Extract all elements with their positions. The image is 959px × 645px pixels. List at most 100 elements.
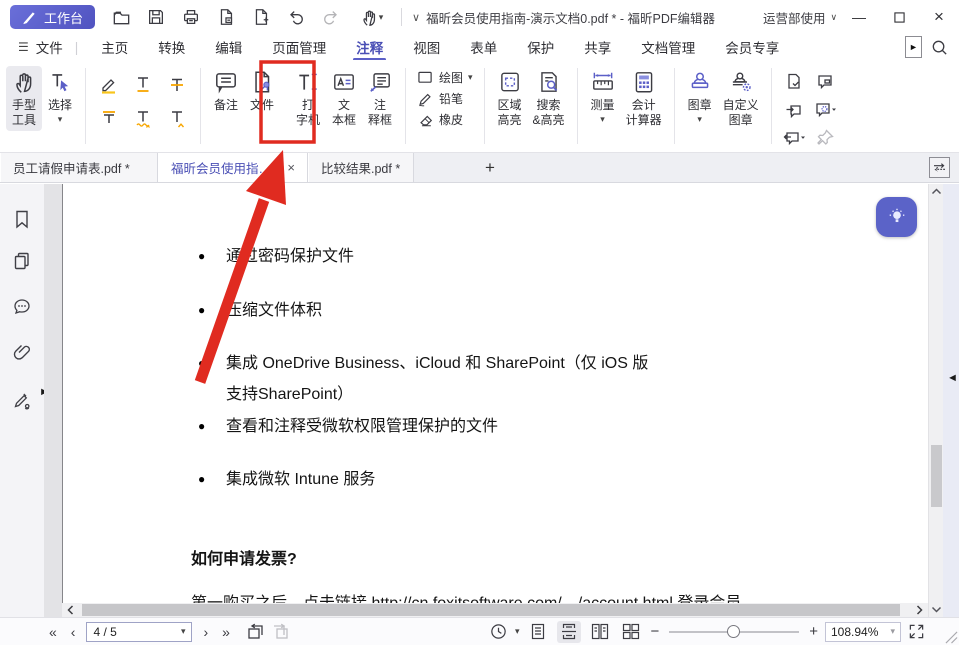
menu-form[interactable]: 表单	[455, 34, 512, 60]
menu-file[interactable]: ☰ 文件	[14, 37, 67, 57]
new-tab-button[interactable]: +	[471, 153, 509, 182]
minimize-button[interactable]: —	[839, 0, 879, 34]
menu-share[interactable]: 共享	[569, 34, 626, 60]
next-page-button[interactable]: ›	[196, 624, 215, 640]
account-menu[interactable]: 运营部使用 ∨	[763, 8, 837, 27]
measure-button[interactable]: 测量 ▾	[585, 66, 621, 128]
callout-button[interactable]: 注 释框	[362, 66, 398, 131]
hand-pointer-icon[interactable]: ▾	[354, 5, 388, 29]
stamp-button[interactable]: 图章 ▾	[682, 66, 718, 128]
menu-comment[interactable]: 注释	[341, 34, 398, 60]
pages-panel-icon[interactable]	[11, 250, 33, 272]
eraser-button[interactable]: 橡皮	[413, 110, 477, 129]
pencil-button[interactable]: 铅笔	[413, 89, 477, 108]
menu-convert[interactable]: 转换	[143, 34, 200, 60]
tab-close-icon[interactable]: ×	[287, 160, 295, 175]
scroll-down-icon[interactable]	[931, 605, 942, 614]
fullscreen-icon[interactable]	[908, 623, 925, 640]
tab-leave-request[interactable]: 员工请假申请表.pdf *	[0, 153, 158, 182]
comments-panel-icon[interactable]	[11, 296, 33, 318]
insert-text-icon[interactable]	[161, 102, 193, 134]
continuous-view-icon[interactable]	[557, 621, 581, 643]
first-page-button[interactable]: «	[42, 624, 64, 640]
import-comments-icon[interactable]	[779, 96, 809, 123]
tips-lightbulb-button[interactable]	[876, 197, 917, 237]
new-document-icon[interactable]	[249, 5, 273, 29]
undo-icon[interactable]	[284, 5, 308, 29]
replace-text-icon[interactable]	[93, 102, 125, 134]
select-tool-button[interactable]: 选择 ▾	[42, 66, 78, 128]
single-page-view-icon[interactable]	[526, 621, 550, 643]
comment-toolbar: 手型 工具 选择 ▾	[0, 60, 959, 153]
scroll-left-icon[interactable]	[66, 604, 75, 616]
scroll-up-icon[interactable]	[931, 187, 942, 196]
zoom-out-button[interactable]: −	[650, 623, 659, 640]
area-highlight-button[interactable]: 区域 高亮	[492, 66, 528, 131]
ribbon-expand-button[interactable]: ►	[905, 36, 922, 58]
textbox-button[interactable]: 文 本框	[326, 66, 362, 131]
bookmarks-panel-icon[interactable]	[11, 208, 33, 230]
page-number-combo[interactable]: 4 / 5 ▾	[86, 622, 192, 642]
zoom-in-button[interactable]: +	[809, 623, 818, 640]
strikeout-icon[interactable]	[161, 68, 193, 100]
print-icon[interactable]	[179, 5, 203, 29]
horizontal-scrollbar[interactable]	[62, 603, 928, 617]
facing-continuous-view-icon[interactable]	[619, 621, 643, 643]
next-view-icon[interactable]	[271, 623, 291, 641]
facing-view-icon[interactable]	[588, 621, 612, 643]
squiggly-icon[interactable]	[127, 102, 159, 134]
menu-protect[interactable]: 保护	[512, 34, 569, 60]
underline-icon[interactable]	[127, 68, 159, 100]
highlight-icon[interactable]	[93, 68, 125, 100]
open-file-icon[interactable]	[109, 5, 133, 29]
export-comments-icon[interactable]	[779, 124, 809, 151]
save-icon[interactable]	[144, 5, 168, 29]
previous-view-icon[interactable]	[245, 623, 265, 641]
resize-grip[interactable]	[945, 631, 958, 644]
maximize-button[interactable]	[879, 0, 919, 34]
prev-page-button[interactable]: ‹	[64, 624, 83, 640]
auto-scroll-icon[interactable]	[489, 622, 508, 641]
signature-panel-icon[interactable]	[11, 390, 33, 412]
menu-document-management[interactable]: 文档管理	[626, 34, 710, 60]
tab-compare-result[interactable]: 比较结果.pdf *	[308, 153, 414, 182]
accounting-calculator-button[interactable]: 会计 计算器	[621, 66, 667, 131]
workspace-button[interactable]: 工作台	[10, 5, 95, 29]
expand-right-panel-icon[interactable]: ◄	[947, 372, 958, 384]
zoom-level-combo[interactable]: 108.94% ▾	[825, 622, 901, 642]
pdf-page[interactable]: ●通过密码保护文件 ●压缩文件体积 ●集成 OneDrive Business、…	[62, 184, 928, 603]
hand-tool-button[interactable]: 手型 工具	[6, 66, 42, 131]
vertical-scrollbar[interactable]	[928, 184, 943, 617]
last-page-button[interactable]: »	[215, 624, 237, 640]
menu-page-management[interactable]: 页面管理	[257, 34, 341, 60]
comment-settings-icon[interactable]	[810, 96, 840, 123]
typewriter-button[interactable]: 打 字机	[290, 66, 326, 131]
zoom-slider-knob[interactable]	[727, 625, 740, 638]
tab-member-guide[interactable]: 福昕会员使用指南-演... ×	[158, 153, 308, 182]
zoom-slider[interactable]	[669, 622, 799, 642]
convert-document-icon[interactable]	[214, 5, 238, 29]
menu-home[interactable]: 主页	[86, 34, 143, 60]
comment-note-panel-icon[interactable]	[810, 68, 840, 95]
note-button[interactable]: 备注	[208, 66, 244, 116]
redo-icon[interactable]	[319, 5, 343, 29]
search-icon[interactable]	[930, 38, 949, 57]
menu-view[interactable]: 视图	[398, 34, 455, 60]
menu-member-exclusive[interactable]: 会员专享	[710, 34, 794, 60]
summarize-comments-icon[interactable]	[779, 68, 809, 95]
attachments-panel-icon[interactable]	[11, 340, 33, 362]
menu-edit[interactable]: 编辑	[200, 34, 257, 60]
title-chevron-icon[interactable]: ∨	[412, 11, 420, 24]
custom-stamp-button[interactable]: 自定义 图章	[718, 66, 764, 131]
file-attachment-button[interactable]: 文件	[244, 66, 280, 116]
keep-tool-pin-icon[interactable]	[810, 124, 840, 151]
horizontal-scroll-thumb[interactable]	[82, 604, 900, 616]
close-button[interactable]: ×	[919, 0, 959, 34]
draw-shapes-button[interactable]: 绘图 ▾	[413, 68, 477, 87]
switch-tabs-icon[interactable]	[929, 157, 950, 178]
toolbar-divider	[771, 68, 772, 144]
auto-scroll-caret[interactable]: ▾	[515, 626, 520, 637]
search-highlight-button[interactable]: 搜索 &高亮	[528, 66, 570, 131]
vertical-scroll-thumb[interactable]	[931, 445, 942, 507]
scroll-right-icon[interactable]	[915, 604, 924, 616]
